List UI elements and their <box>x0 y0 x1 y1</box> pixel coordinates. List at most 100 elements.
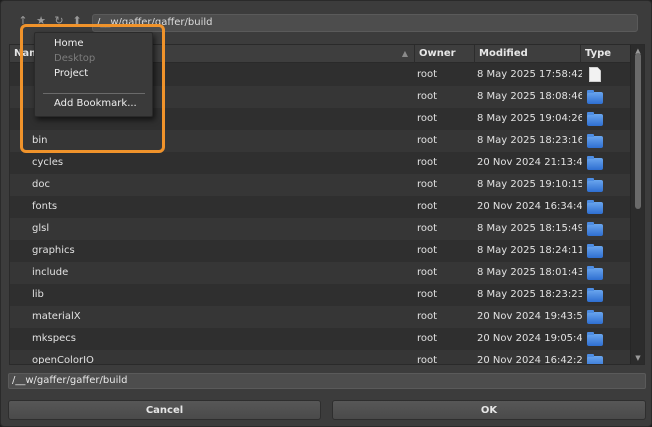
file-owner: root <box>417 267 438 278</box>
file-name: fonts <box>32 201 58 212</box>
file-type <box>583 284 628 306</box>
file-name: openColorIO <box>32 355 94 365</box>
table-row[interactable]: cycles root 20 Nov 2024 21:13:44 <box>10 152 631 174</box>
menu-item-project[interactable]: Project <box>54 67 88 81</box>
file-modified: 20 Nov 2024 19:43:57 <box>477 311 582 322</box>
file-modified: 8 May 2025 18:23:23 <box>477 289 582 300</box>
file-modified: 8 May 2025 18:24:11 <box>477 245 582 256</box>
file-owner: root <box>417 245 438 256</box>
file-type <box>583 196 628 218</box>
file-name: mkspecs <box>32 333 76 344</box>
column-header-type[interactable]: Type <box>581 45 631 63</box>
file-modified: 20 Nov 2024 19:05:41 <box>477 333 582 344</box>
file-type <box>583 174 628 196</box>
file-name: include <box>32 267 69 278</box>
folder-icon <box>587 310 603 324</box>
folder-icon <box>587 244 603 258</box>
folder-icon <box>587 332 603 346</box>
file-owner: root <box>417 201 438 212</box>
file-modified: 8 May 2025 19:04:26 <box>477 113 582 124</box>
upload-icon[interactable]: ⬆ <box>70 14 84 28</box>
file-modified: 8 May 2025 18:01:43 <box>477 267 582 278</box>
file-browser-dialog: ↑ ★ ↻ ⬆ /__w/gaffer/gaffer/build Name ▲ … <box>0 0 652 427</box>
file-name: doc <box>32 179 50 190</box>
folder-icon <box>587 134 603 148</box>
ok-button[interactable]: OK <box>332 400 646 420</box>
file-type <box>583 262 628 284</box>
file-modified: 8 May 2025 18:23:16 <box>477 135 582 146</box>
bookmarks-menu: Home Desktop Project Add Bookmark... <box>34 32 153 117</box>
file-modified: 8 May 2025 18:15:49 <box>477 223 582 234</box>
table-row[interactable]: graphics root 8 May 2025 18:24:11 <box>10 240 631 262</box>
file-name: lib <box>32 289 44 300</box>
file-name: glsl <box>32 223 50 234</box>
menu-item-desktop: Desktop <box>54 53 96 64</box>
table-row[interactable]: bin root 8 May 2025 18:23:16 <box>10 130 631 152</box>
file-name: materialX <box>32 311 81 322</box>
refresh-icon[interactable]: ↻ <box>52 14 66 28</box>
file-type <box>583 86 628 108</box>
path-field[interactable]: /__w/gaffer/gaffer/build <box>92 14 638 32</box>
file-owner: root <box>417 289 438 300</box>
table-row[interactable]: mkspecs root 20 Nov 2024 19:05:41 <box>10 328 631 350</box>
file-owner: root <box>417 355 438 365</box>
table-row[interactable]: materialX root 20 Nov 2024 19:43:57 <box>10 306 631 328</box>
file-type <box>583 306 628 328</box>
table-row[interactable]: openColorIO root 20 Nov 2024 16:42:26 <box>10 350 631 365</box>
bookmark-star-icon[interactable]: ★ <box>34 14 48 28</box>
column-header-modified[interactable]: Modified <box>475 45 581 63</box>
menu-item-home[interactable]: Home <box>54 37 84 51</box>
file-name: cycles <box>32 157 64 168</box>
selected-path-field[interactable]: /__w/gaffer/gaffer/build <box>8 373 646 389</box>
scrollbar-thumb[interactable] <box>635 53 641 209</box>
file-owner: root <box>417 69 438 80</box>
folder-icon <box>587 222 603 236</box>
file-type <box>583 240 628 262</box>
file-owner: root <box>417 113 438 124</box>
file-name: graphics <box>32 245 75 256</box>
file-owner: root <box>417 333 438 344</box>
table-row[interactable]: lib root 8 May 2025 18:23:23 <box>10 284 631 306</box>
file-type <box>583 64 628 86</box>
menu-separator <box>43 93 145 94</box>
file-type <box>583 328 628 350</box>
table-row[interactable]: doc root 8 May 2025 19:10:15 <box>10 174 631 196</box>
file-owner: root <box>417 179 438 190</box>
file-icon <box>589 67 601 82</box>
table-row[interactable]: include root 8 May 2025 18:01:43 <box>10 262 631 284</box>
file-type <box>583 218 628 240</box>
file-owner: root <box>417 311 438 322</box>
file-owner: root <box>417 223 438 234</box>
file-modified: 8 May 2025 18:08:46 <box>477 91 582 102</box>
file-modified: 20 Nov 2024 21:13:44 <box>477 157 582 168</box>
table-row[interactable]: fonts root 20 Nov 2024 16:34:45 <box>10 196 631 218</box>
file-owner: root <box>417 91 438 102</box>
folder-icon <box>587 90 603 104</box>
file-modified: 20 Nov 2024 16:42:26 <box>477 355 582 365</box>
table-row[interactable]: glsl root 8 May 2025 18:15:49 <box>10 218 631 240</box>
folder-icon <box>587 288 603 302</box>
file-owner: root <box>417 157 438 168</box>
file-type <box>583 152 628 174</box>
file-modified: 8 May 2025 19:10:15 <box>477 179 582 190</box>
folder-icon <box>587 178 603 192</box>
vertical-scrollbar[interactable]: ▲ ▼ <box>630 45 644 364</box>
up-arrow-icon[interactable]: ↑ <box>16 14 30 28</box>
column-header-owner[interactable]: Owner <box>415 45 475 63</box>
folder-icon <box>587 266 603 280</box>
file-type <box>583 108 628 130</box>
folder-icon <box>587 112 603 126</box>
menu-item-add-bookmark[interactable]: Add Bookmark... <box>54 97 137 111</box>
file-type <box>583 130 628 152</box>
file-modified: 8 May 2025 17:58:42 <box>477 69 582 80</box>
scroll-down-arrow-icon[interactable]: ▼ <box>634 354 642 362</box>
file-type <box>583 350 628 364</box>
folder-icon <box>587 200 603 214</box>
folder-icon <box>587 354 603 364</box>
cancel-button[interactable]: Cancel <box>8 400 321 420</box>
file-modified: 20 Nov 2024 16:34:45 <box>477 201 582 212</box>
sort-ascending-icon: ▲ <box>401 49 408 58</box>
file-owner: root <box>417 135 438 146</box>
folder-icon <box>587 156 603 170</box>
file-name: bin <box>32 135 48 146</box>
